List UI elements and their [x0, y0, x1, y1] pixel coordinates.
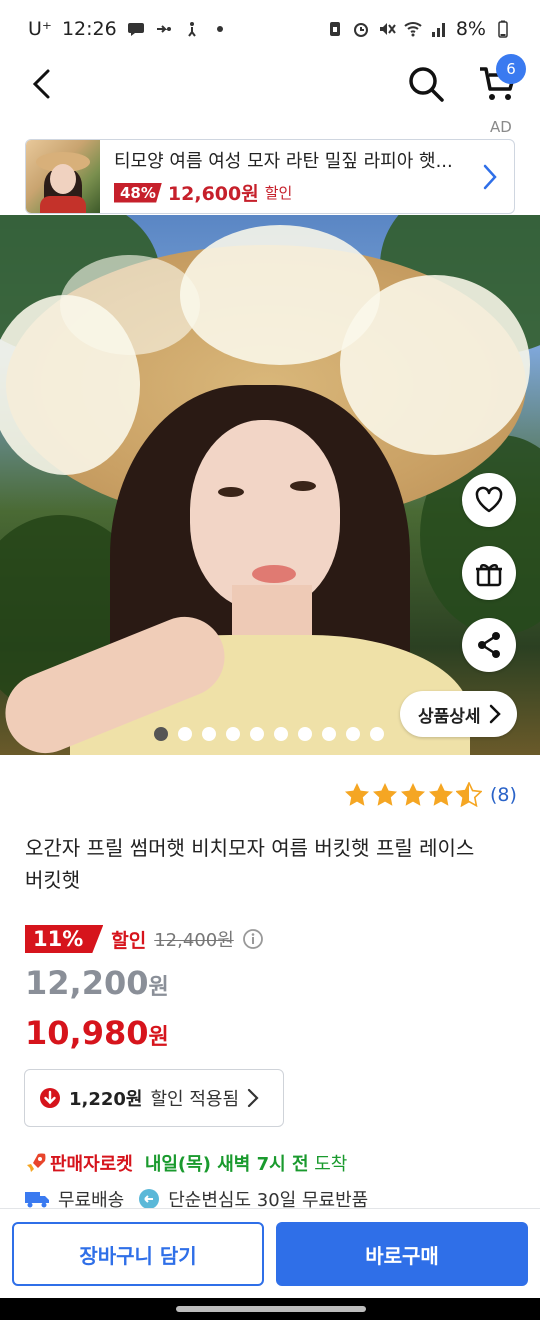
gallery-dot[interactable] [226, 727, 240, 741]
chevron-left-icon [32, 69, 50, 99]
half-star-icon [456, 782, 482, 807]
sale-price-unit: 원 [148, 1025, 169, 1050]
bottom-action-bar: 장바구니 담기 바로구매 [0, 1208, 540, 1298]
rocket-icon [27, 1153, 46, 1172]
discount-label: 할인 [111, 929, 147, 952]
gallery-dot[interactable] [202, 727, 216, 741]
coupon-applied-button[interactable]: 1,220원 할인 적용됨 [24, 1069, 284, 1127]
wishlist-button[interactable] [462, 473, 516, 527]
discount-row: 11% 할인 12,400원 [25, 922, 264, 956]
ad-label: AD [490, 118, 512, 136]
chevron-right-icon [247, 1088, 259, 1108]
home-gesture-handle[interactable] [176, 1306, 366, 1312]
message-icon [127, 23, 144, 36]
gallery-pagination [154, 727, 384, 741]
clock: 12:26 [61, 18, 117, 40]
product-image-gallery[interactable]: 상품상세 [0, 215, 540, 755]
star-icon [429, 783, 453, 806]
coupon-amount: 1,220원 [69, 1089, 143, 1110]
arrival-suffix: 도착 [314, 1154, 348, 1175]
down-arrow-circle-icon [40, 1088, 60, 1108]
back-button[interactable] [22, 64, 62, 104]
gallery-dot[interactable] [178, 727, 192, 741]
product-rating[interactable]: (8) [344, 782, 517, 807]
cart-button[interactable]: 6 [474, 54, 526, 106]
wifi-icon [404, 22, 422, 37]
gallery-dot[interactable] [322, 727, 336, 741]
star-icon [373, 783, 397, 806]
coupon-text: 할인 적용됨 [150, 1089, 240, 1110]
review-count[interactable]: (8) [490, 784, 517, 806]
signal-icon [431, 23, 445, 37]
chevron-right-icon [483, 164, 497, 189]
search-icon [409, 67, 444, 102]
info-icon[interactable] [242, 928, 264, 950]
return-icon [139, 1189, 160, 1209]
list-price-unit: 원 [148, 975, 169, 1000]
ad-open-button[interactable] [476, 157, 504, 197]
discount-percent-badge: 11% [25, 925, 104, 953]
list-price: 12,200원 [25, 964, 169, 1002]
ad-banner[interactable]: 티모양 여름 여성 모자 라탄 밀짚 라피아 햇... 48% 12,600원 … [25, 139, 515, 214]
truck-icon [25, 1192, 49, 1208]
gift-button[interactable] [462, 546, 516, 600]
gallery-dot[interactable] [370, 727, 384, 741]
alarm-icon [353, 23, 368, 37]
star-icon [401, 783, 425, 806]
status-bar: U⁺ 12:26 8% [0, 0, 540, 58]
heart-icon [475, 486, 503, 513]
arrival-time: 내일(목) 새벽 7시 전 [144, 1154, 309, 1175]
gallery-dot[interactable] [274, 727, 288, 741]
original-price: 12,400원 [154, 930, 234, 951]
cart-count-badge: 6 [496, 54, 526, 84]
product-detail-button[interactable]: 상품상세 [400, 691, 517, 737]
seller-rocket-label: 판매자로켓 [50, 1154, 133, 1175]
battery-icon [498, 20, 508, 38]
gallery-dot[interactable] [250, 727, 264, 741]
delivery-info: 판매자로켓 내일(목) 새벽 7시 전 도착 [24, 1150, 347, 1176]
ad-discount-label: 할인 [264, 184, 293, 202]
list-price-value: 12,200 [25, 964, 149, 1002]
ad-discount-badge: 48% [114, 182, 162, 203]
ad-title: 티모양 여름 여성 모자 라탄 밀짚 라피아 햇... [114, 151, 453, 172]
gallery-dot[interactable] [346, 727, 360, 741]
gallery-dot[interactable] [154, 727, 168, 741]
share-icon [478, 632, 500, 658]
system-nav-bar [0, 1298, 540, 1320]
share-button[interactable] [462, 618, 516, 672]
chevron-right-icon [489, 704, 501, 724]
sale-price: 10,980원 [25, 1014, 169, 1052]
gift-icon [476, 564, 502, 587]
add-to-cart-button[interactable]: 장바구니 담기 [12, 1222, 264, 1286]
dot-icon [216, 26, 223, 32]
sim-icon [329, 22, 340, 36]
top-nav: 6 [0, 54, 540, 110]
app-notification-icon [156, 25, 171, 33]
ad-thumbnail [26, 140, 100, 213]
sale-price-value: 10,980 [25, 1014, 149, 1052]
ad-price: 12,600원 [167, 183, 259, 205]
carrier-label: U⁺ [28, 18, 52, 40]
buy-now-button[interactable]: 바로구매 [276, 1222, 528, 1286]
product-detail-label: 상품상세 [418, 706, 481, 727]
mute-icon [379, 23, 396, 35]
battery-percent: 8% [455, 18, 486, 40]
product-title: 오간자 프릴 썸머햇 비치모자 여름 버킷햇 프릴 레이스 버킷햇 [25, 836, 475, 892]
star-icon [345, 783, 369, 806]
accessibility-icon [187, 22, 196, 37]
search-button[interactable] [404, 62, 448, 106]
gallery-dot[interactable] [298, 727, 312, 741]
